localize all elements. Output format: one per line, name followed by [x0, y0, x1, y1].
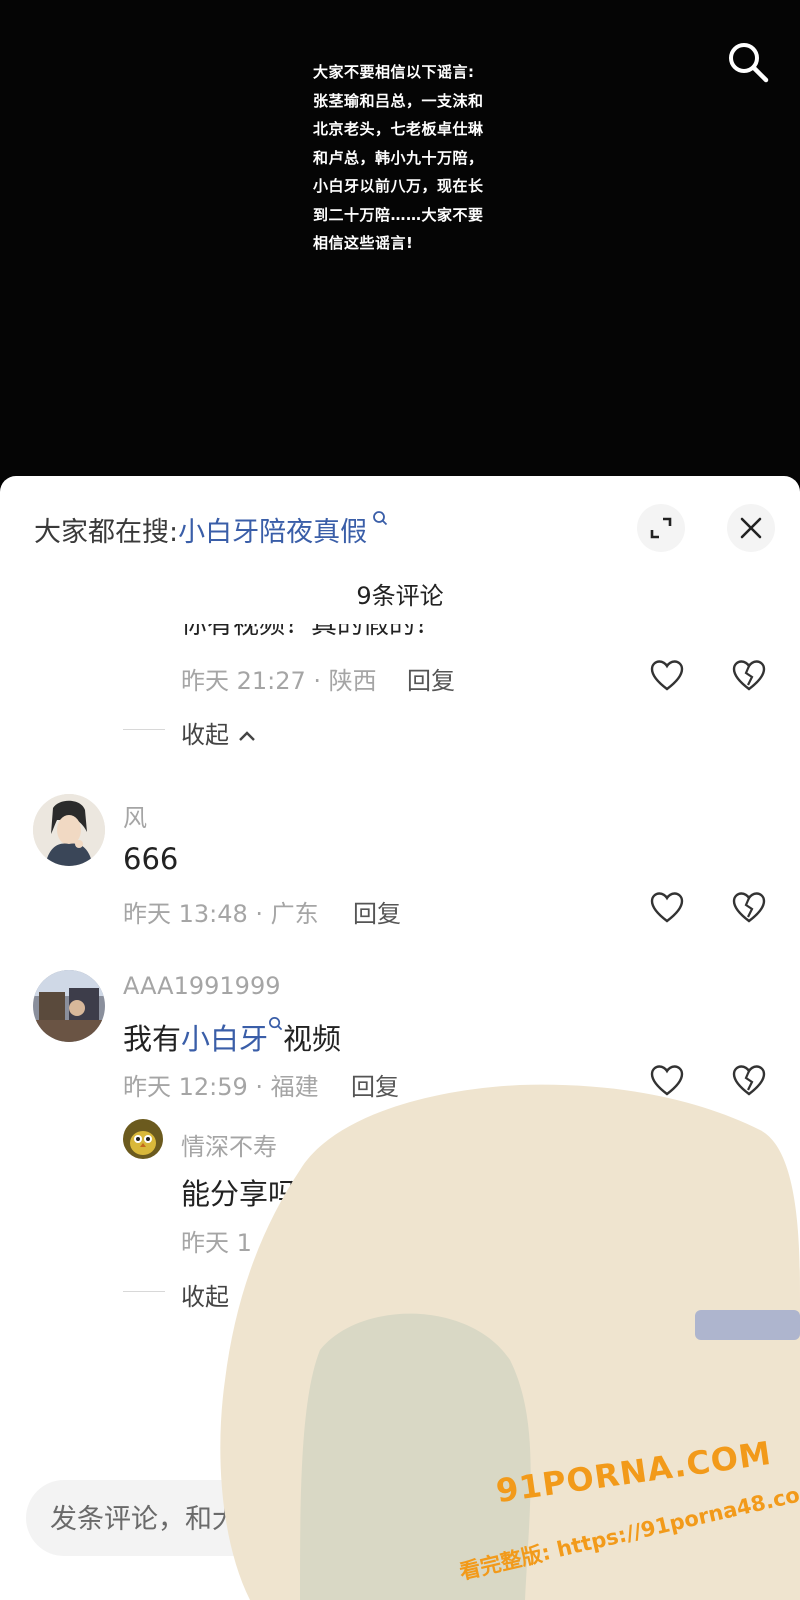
comment-text: 666: [123, 842, 179, 876]
avatar[interactable]: [33, 794, 105, 866]
comment-link[interactable]: 小白牙: [181, 1022, 268, 1056]
comment-count: 9条评论: [356, 582, 444, 610]
comment-username[interactable]: 风: [123, 798, 147, 833]
collapse-replies-button[interactable]: 收起: [181, 1277, 229, 1312]
heart-icon[interactable]: [649, 658, 685, 694]
close-button[interactable]: [727, 504, 775, 552]
comment-input[interactable]: [48, 1492, 532, 1546]
comment-meta: 昨天 12:59 · 福建: [123, 1073, 319, 1101]
video-player[interactable]: 大家不要相信以下谣言:张茎瑜和吕总，一支沫和北京老头，七老板卓仕琳和卢总，韩小九…: [0, 0, 800, 480]
comment-username[interactable]: AAA1991999: [123, 972, 280, 1000]
hot-search-prefix: 大家都在搜:: [34, 517, 179, 548]
reply-button[interactable]: 回复: [351, 1067, 399, 1102]
heart-icon[interactable]: [649, 890, 685, 926]
reply-text-partial: 你有视频？真的假的？: [181, 624, 441, 638]
divider-line: [123, 729, 165, 730]
search-icon[interactable]: [724, 38, 772, 86]
mention-icon[interactable]: [626, 1498, 666, 1538]
chevron-up-icon: [238, 731, 255, 741]
comment-sheet: 大家都在搜:小白牙陪夜真假 9条评论 你有视频？真的假的？ 昨天 21:27 ·…: [0, 476, 800, 1600]
comment-input-bar: [26, 1480, 774, 1556]
avatar[interactable]: [123, 1119, 163, 1159]
divider-line: [123, 1291, 165, 1292]
comment-text: 我有小白牙 视频: [123, 1016, 341, 1058]
reply-button[interactable]: 回复: [353, 894, 401, 929]
avatar[interactable]: [33, 970, 105, 1042]
hot-search-banner[interactable]: 大家都在搜:小白牙陪夜真假: [34, 510, 388, 549]
hot-search-query[interactable]: 小白牙陪夜真假: [178, 517, 367, 548]
reply-button[interactable]: 回复: [407, 661, 455, 696]
reply-meta: 昨天 21:27 · 陕西: [181, 667, 377, 695]
reply-text: 能分享吗: [181, 1177, 298, 1211]
heart-icon[interactable]: [649, 1063, 685, 1099]
emoji-icon[interactable]: [706, 1498, 746, 1538]
dislike-icon[interactable]: [731, 1063, 767, 1099]
video-overlay-text: 大家不要相信以下谣言:张茎瑜和吕总，一支沫和北京老头，七老板卓仕琳和卢总，韩小九…: [313, 63, 484, 252]
expand-button[interactable]: [637, 504, 685, 552]
search-mini-icon: [268, 1017, 283, 1035]
comment-meta: 昨天 13:48 · 广东: [123, 900, 319, 928]
image-icon[interactable]: [546, 1498, 586, 1538]
expand-icon: [650, 517, 672, 539]
search-mini-icon: [367, 511, 388, 530]
reply-username[interactable]: 情深不寿: [181, 1127, 277, 1162]
dislike-icon[interactable]: [731, 658, 767, 694]
dislike-icon[interactable]: [731, 890, 767, 926]
close-icon: [740, 517, 762, 539]
collapse-replies-button[interactable]: 收起: [181, 715, 257, 750]
reply-meta: 昨天 1: [181, 1229, 252, 1257]
